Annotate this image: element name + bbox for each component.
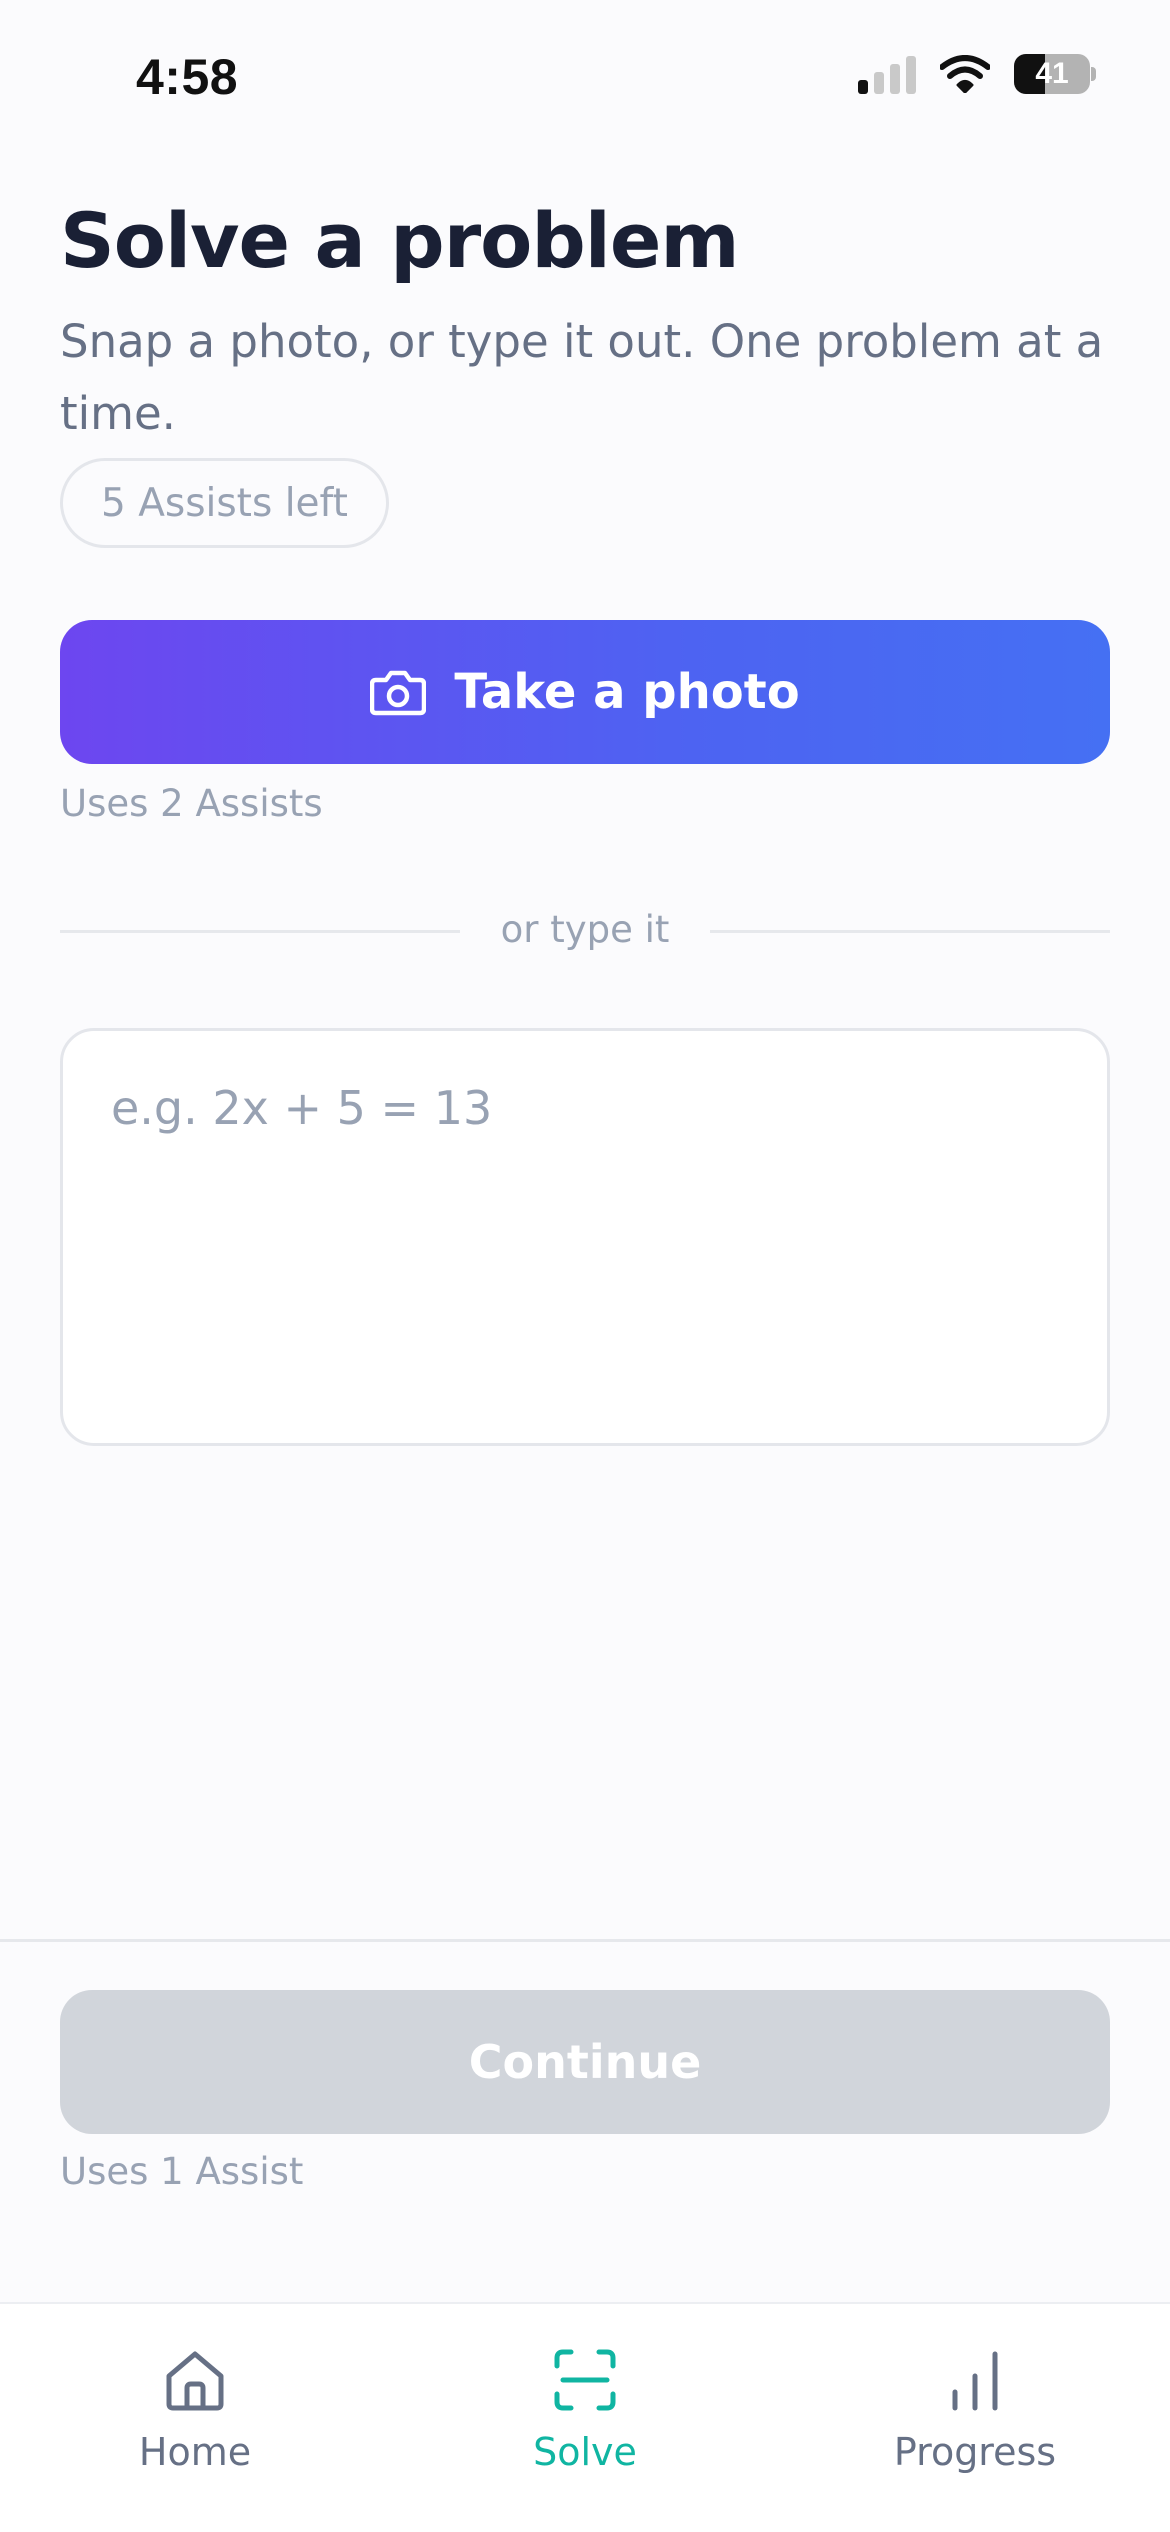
take-photo-button[interactable]: Take a photo xyxy=(60,620,1110,764)
photo-cost-hint: Uses 2 Assists xyxy=(60,782,323,825)
camera-icon xyxy=(370,670,427,716)
tab-progress[interactable]: Progress xyxy=(825,2344,1125,2474)
tab-home[interactable]: Home xyxy=(45,2344,345,2474)
continue-cost-hint: Uses 1 Assist xyxy=(60,2150,304,2193)
page-subtitle: Snap a photo, or type it out. One proble… xyxy=(60,315,1104,440)
footer-divider xyxy=(0,1939,1170,1942)
assists-left-label: 5 Assists left xyxy=(101,480,348,526)
wifi-icon xyxy=(940,55,990,93)
cellular-signal-icon xyxy=(858,54,916,94)
tab-solve-label: Solve xyxy=(533,2430,637,2474)
status-time: 4:58 xyxy=(136,49,239,105)
status-icons: 41 xyxy=(858,54,1096,94)
take-photo-label: Take a photo xyxy=(454,664,800,720)
assists-left-badge: 5 Assists left xyxy=(60,458,389,548)
tab-progress-label: Progress xyxy=(893,2430,1057,2474)
tab-solve[interactable]: Solve xyxy=(435,2344,735,2474)
battery-icon: 41 xyxy=(1014,54,1096,94)
divider-label: or type it xyxy=(500,908,670,951)
bar-chart-icon xyxy=(952,2351,998,2411)
page-title: Solve a problem xyxy=(60,196,740,285)
continue-button[interactable]: Continue xyxy=(60,1990,1110,2134)
tab-home-label: Home xyxy=(138,2430,252,2474)
problem-input[interactable] xyxy=(60,1028,1110,1446)
bottom-tab-bar: Home Solve Progress xyxy=(0,2302,1170,2532)
solve-screen: 4:58 41 Solve a problem Snap a photo, or… xyxy=(0,0,1170,2532)
battery-level: 41 xyxy=(1035,57,1069,90)
scan-icon xyxy=(554,2349,616,2411)
home-icon xyxy=(166,2351,224,2411)
continue-label: Continue xyxy=(468,2035,702,2089)
or-divider: or type it xyxy=(60,904,1110,956)
